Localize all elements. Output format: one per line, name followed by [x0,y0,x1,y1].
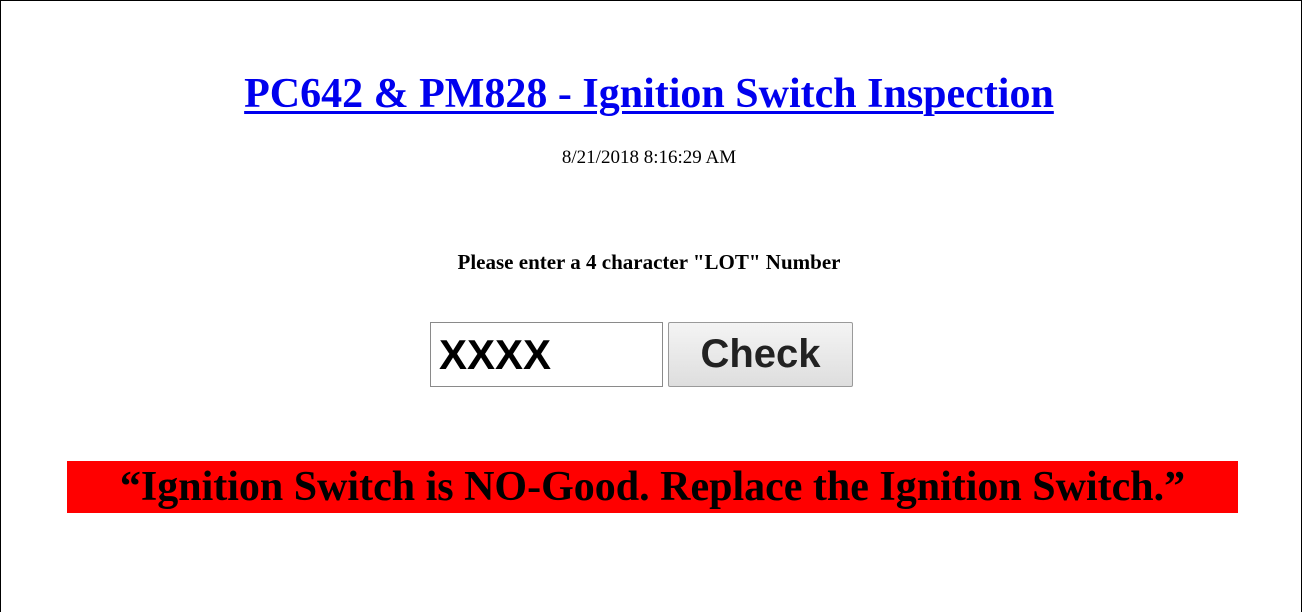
page-title: PC642 & PM828 - Ignition Switch Inspecti… [0,70,1298,118]
page-title-link[interactable]: PC642 & PM828 - Ignition Switch Inspecti… [244,71,1054,117]
result-message-banner: “Ignition Switch is NO-Good. Replace the… [67,461,1238,513]
check-button[interactable]: Check [668,322,853,387]
lot-prompt-label: Please enter a 4 character "LOT" Number [457,250,841,274]
lot-number-input[interactable] [430,322,663,387]
timestamp: 8/21/2018 8:16:29 AM [561,147,737,168]
